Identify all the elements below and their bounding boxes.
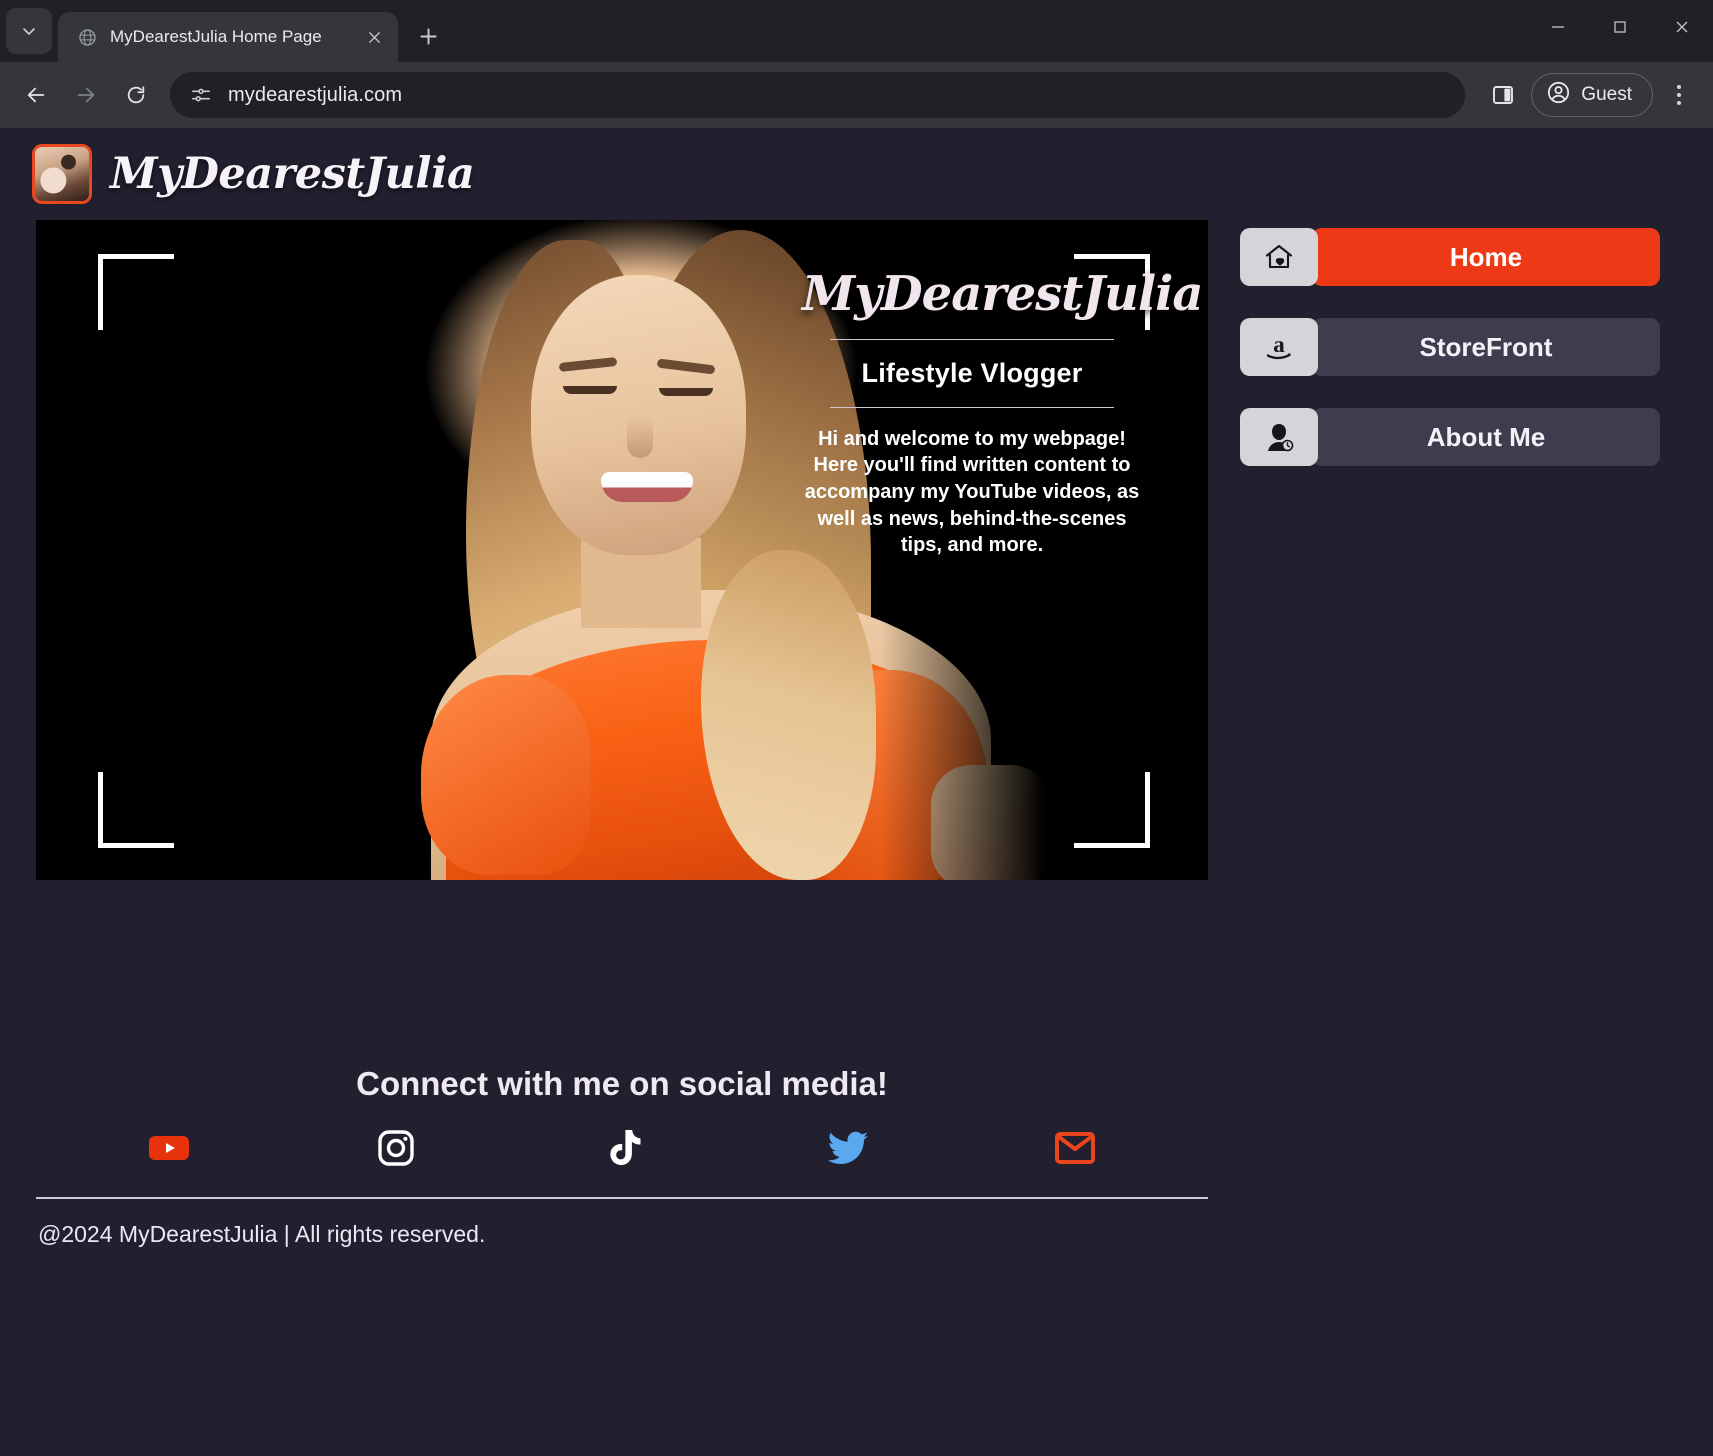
footer-heading: Connect with me on social media! (356, 1065, 888, 1102)
minimize-icon[interactable] (1527, 0, 1589, 54)
divider (830, 338, 1114, 340)
main-column: MyDearestJulia Lifestyle Vlogger Hi and … (0, 220, 1240, 1248)
person-portrait-icon (1240, 408, 1318, 466)
social-links (36, 1103, 1208, 1171)
browser-toolbar: mydearestjulia.com Guest (0, 62, 1713, 128)
reload-icon[interactable] (114, 73, 158, 117)
hero-brand: MyDearestJulia (802, 266, 1204, 322)
nav-label-storefront: StoreFront (1312, 318, 1660, 376)
corner-bracket-icon (98, 772, 174, 848)
page-viewport: MyDearestJulia MyDearestJulia Lifestyle … (0, 128, 1713, 1456)
site-nav: Home a StoreFront About Me (1240, 220, 1660, 1248)
nav-item-storefront[interactable]: a StoreFront (1240, 318, 1660, 376)
forward-icon[interactable] (64, 73, 108, 117)
twitter-icon[interactable] (826, 1125, 872, 1171)
maximize-icon[interactable] (1589, 0, 1651, 54)
address-bar[interactable]: mydearestjulia.com (170, 72, 1466, 118)
window-close-icon[interactable] (1651, 0, 1713, 54)
page-content: MyDearestJulia Lifestyle Vlogger Hi and … (0, 220, 1713, 1248)
hero-description: Hi and welcome to my webpage! Here you'l… (804, 427, 1140, 557)
youtube-icon[interactable] (146, 1125, 192, 1171)
hero-role: Lifestyle Vlogger (861, 357, 1083, 388)
profile-label: Guest (1581, 84, 1632, 105)
browser-tab[interactable]: MyDearestJulia Home Page (58, 12, 398, 62)
tab-title: MyDearestJulia Home Page (110, 27, 322, 46)
corner-bracket-icon (98, 254, 174, 330)
email-icon[interactable] (1052, 1125, 1098, 1171)
julia-avatar (32, 144, 92, 204)
url-text: mydearestjulia.com (228, 83, 403, 106)
site-header: MyDearestJulia (0, 128, 1713, 220)
browser-menu-icon[interactable] (1659, 73, 1699, 117)
nav-item-home[interactable]: Home (1240, 228, 1660, 286)
side-panel-icon[interactable] (1481, 73, 1525, 117)
nav-label-about-me: About Me (1312, 408, 1660, 466)
svg-text:a: a (1273, 332, 1285, 357)
corner-bracket-icon (1074, 772, 1150, 848)
copyright-text: @2024 MyDearestJulia | All rights reserv… (38, 1221, 486, 1247)
nav-label-home: Home (1312, 228, 1660, 286)
tab-search-button[interactable] (6, 8, 52, 54)
globe-icon (76, 26, 98, 48)
tiktok-icon[interactable] (599, 1125, 645, 1171)
amazon-a-icon: a (1240, 318, 1318, 376)
kebab-dot (1677, 93, 1681, 97)
new-tab-button[interactable] (408, 16, 448, 56)
kebab-dot (1677, 85, 1681, 89)
browser-window: MyDearestJulia Home Page mydearestjulia.… (0, 0, 1713, 1456)
divider (830, 406, 1114, 408)
window-controls (1527, 0, 1713, 54)
site-footer: Connect with me on social media! @2024 M… (36, 1065, 1208, 1248)
back-icon[interactable] (14, 73, 58, 117)
hero-banner: MyDearestJulia Lifestyle Vlogger Hi and … (36, 220, 1208, 880)
kebab-dot (1677, 101, 1681, 105)
site-brand: MyDearestJulia (110, 149, 475, 199)
tab-strip: MyDearestJulia Home Page (0, 0, 1713, 62)
nav-item-about-me[interactable]: About Me (1240, 408, 1660, 466)
home-heart-icon (1240, 228, 1318, 286)
hero-text-panel: MyDearestJulia Lifestyle Vlogger Hi and … (802, 266, 1204, 559)
instagram-icon[interactable] (373, 1125, 419, 1171)
close-icon[interactable] (362, 25, 386, 49)
site-settings-icon[interactable] (188, 82, 214, 108)
avatar (1546, 80, 1571, 111)
profile-button[interactable]: Guest (1531, 73, 1653, 117)
